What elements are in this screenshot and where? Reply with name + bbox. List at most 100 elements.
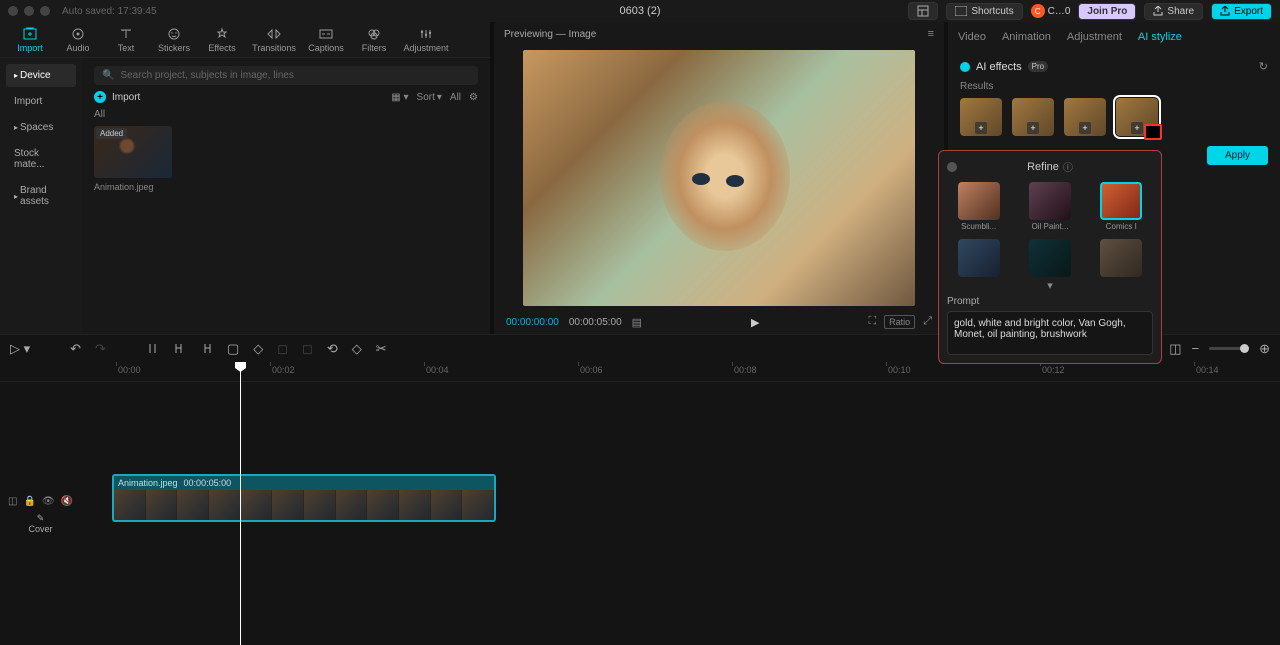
fullscreen-icon[interactable]: ⤢ — [923, 315, 932, 329]
filter-all[interactable]: All — [450, 92, 461, 103]
track-toggle-1[interactable]: ◫ — [8, 496, 17, 507]
snap-toggle[interactable]: ◫ — [1169, 341, 1181, 357]
tool-dim-2[interactable]: ◻ — [302, 341, 313, 357]
playhead[interactable] — [240, 362, 241, 645]
tab-stickers[interactable]: Stickers — [150, 22, 198, 58]
preview-title: Previewing — Image — [504, 29, 596, 40]
crop-tool[interactable]: ✂ — [376, 341, 387, 357]
refine-popover: Refine ⓘ Scumbli... Oil Paint... Comics … — [938, 150, 1162, 364]
rtab-video[interactable]: Video — [958, 31, 986, 43]
play-button[interactable]: ▶ — [751, 316, 759, 329]
window-controls[interactable] — [8, 6, 50, 16]
tool-dim-1[interactable]: ◻ — [277, 341, 288, 357]
preview-menu-icon[interactable]: ≡ — [928, 28, 934, 40]
cover-button[interactable]: ✎Cover — [29, 513, 53, 534]
tab-transitions[interactable]: Transitions — [246, 22, 302, 58]
tool-tabs: Import Audio Text Stickers Effects Trans… — [0, 22, 490, 58]
refine-style-6[interactable] — [1090, 239, 1153, 277]
track-mute[interactable]: 🔇 — [61, 496, 73, 507]
rtab-ai-stylize[interactable]: AI stylize — [1138, 31, 1182, 43]
result-thumb-4[interactable]: + — [1116, 98, 1158, 136]
tab-captions[interactable]: Captions — [302, 22, 350, 58]
timecode-current: 00:00:00:00 — [506, 317, 559, 328]
titlebar: Auto saved: 17:39:45 0603 (2) Shortcuts … — [0, 0, 1280, 22]
clip-duration: 00:00:05:00 — [184, 478, 232, 488]
mirror-tool[interactable]: ⟲ — [327, 341, 338, 357]
share-button[interactable]: Share — [1144, 3, 1203, 20]
refine-title: Refine — [1027, 161, 1059, 173]
added-badge: Added — [96, 128, 127, 139]
zoom-fit[interactable]: ⊕ — [1259, 341, 1270, 357]
shortcuts-button[interactable]: Shortcuts — [946, 3, 1022, 20]
media-item[interactable]: Added Animation.jpeg — [94, 126, 174, 192]
ratio-button[interactable]: Ratio — [884, 315, 915, 329]
tab-import[interactable]: Import — [6, 22, 54, 58]
autosaved-label: Auto saved: 17:39:45 — [62, 6, 157, 17]
preview-image — [523, 50, 915, 306]
track-lock[interactable]: 🔒 — [23, 496, 35, 507]
rotate-tool[interactable]: ◇ — [352, 341, 362, 357]
prompt-label: Prompt — [947, 296, 1153, 307]
redo-button[interactable]: ↷ — [95, 341, 106, 357]
rtab-adjustment[interactable]: Adjustment — [1067, 31, 1122, 43]
select-tool[interactable]: ▷ ▾ — [10, 341, 30, 357]
track-visible[interactable]: 👁 — [42, 496, 55, 507]
undo-button[interactable]: ↶ — [70, 341, 81, 357]
sidenav-device[interactable]: ▸Device — [6, 64, 76, 87]
sidenav-import[interactable]: Import — [6, 90, 76, 113]
tab-audio[interactable]: Audio — [54, 22, 102, 58]
crop-icon[interactable]: ⛶ — [868, 315, 876, 329]
refine-style-4[interactable] — [947, 239, 1010, 277]
refine-more-icon[interactable]: ▾ — [947, 279, 1153, 292]
clip[interactable]: Animation.jpeg 00:00:05:00 — [112, 474, 496, 522]
tab-adjustment[interactable]: Adjustment — [398, 22, 454, 58]
layout-button[interactable] — [908, 2, 938, 20]
sidenav-stock[interactable]: Stock mate... — [6, 142, 76, 176]
prompt-input[interactable]: gold, white and bright color, Van Gogh, … — [947, 311, 1153, 355]
split-right-tool[interactable] — [200, 342, 213, 355]
tab-filters[interactable]: Filters — [350, 22, 398, 58]
preview-canvas[interactable] — [494, 46, 944, 310]
pro-badge: Pro — [1028, 61, 1048, 72]
apply-button[interactable]: Apply — [1207, 146, 1268, 165]
import-button[interactable]: +Import — [94, 91, 140, 103]
account-chip[interactable]: CC…0 — [1031, 4, 1071, 18]
refine-style-1[interactable]: Scumbli... — [947, 182, 1010, 231]
results-label: Results — [948, 81, 1280, 92]
sort-button[interactable]: Sort ▾ — [417, 92, 442, 103]
project-title: 0603 (2) — [620, 5, 661, 17]
ruler[interactable]: 00:00 00:02 00:04 00:06 00:08 00:10 00:1… — [0, 362, 1280, 382]
refine-style-3[interactable]: Comics I — [1090, 182, 1153, 231]
refine-close-icon[interactable] — [947, 162, 957, 172]
tab-effects[interactable]: Effects — [198, 22, 246, 58]
delete-tool[interactable]: ▢ — [227, 341, 239, 357]
filter-icon[interactable]: ⚙ — [469, 92, 478, 103]
result-thumb-1[interactable]: + — [960, 98, 1002, 136]
join-pro-button[interactable]: Join Pro — [1078, 3, 1136, 20]
rtab-animation[interactable]: Animation — [1002, 31, 1051, 43]
marker-tool[interactable]: ◇ — [253, 341, 263, 357]
sidenav-brand[interactable]: ▸Brand assets — [6, 179, 76, 213]
timecode-total: 00:00:05:00 — [569, 317, 622, 328]
help-icon[interactable]: ⓘ — [1063, 159, 1073, 174]
side-nav: ▸Device Import ▸Spaces Stock mate... ▸Br… — [0, 58, 82, 334]
zoom-slider[interactable] — [1209, 347, 1249, 350]
volume-icon[interactable]: ▤ — [632, 316, 642, 329]
split-tool[interactable] — [146, 342, 159, 355]
refine-style-2[interactable]: Oil Paint... — [1018, 182, 1081, 231]
result-thumb-2[interactable]: + — [1012, 98, 1054, 136]
media-item-name: Animation.jpeg — [94, 182, 174, 192]
clip-name: Animation.jpeg — [118, 478, 178, 488]
refine-style-5[interactable] — [1018, 239, 1081, 277]
result-thumb-3[interactable]: + — [1064, 98, 1106, 136]
ai-effects-toggle[interactable] — [960, 62, 970, 72]
zoom-out[interactable]: − — [1192, 341, 1200, 356]
split-left-tool[interactable] — [173, 342, 186, 355]
export-button[interactable]: Export — [1211, 3, 1272, 20]
tab-text[interactable]: Text — [102, 22, 150, 58]
refresh-icon[interactable]: ↻ — [1259, 60, 1268, 73]
search-input[interactable]: Search project, subjects in image, lines — [94, 66, 478, 85]
sidenav-spaces[interactable]: ▸Spaces — [6, 116, 76, 139]
timeline[interactable]: 00:00 00:02 00:04 00:06 00:08 00:10 00:1… — [0, 362, 1280, 645]
view-grid-toggle[interactable]: ▦ ▾ — [391, 92, 408, 103]
